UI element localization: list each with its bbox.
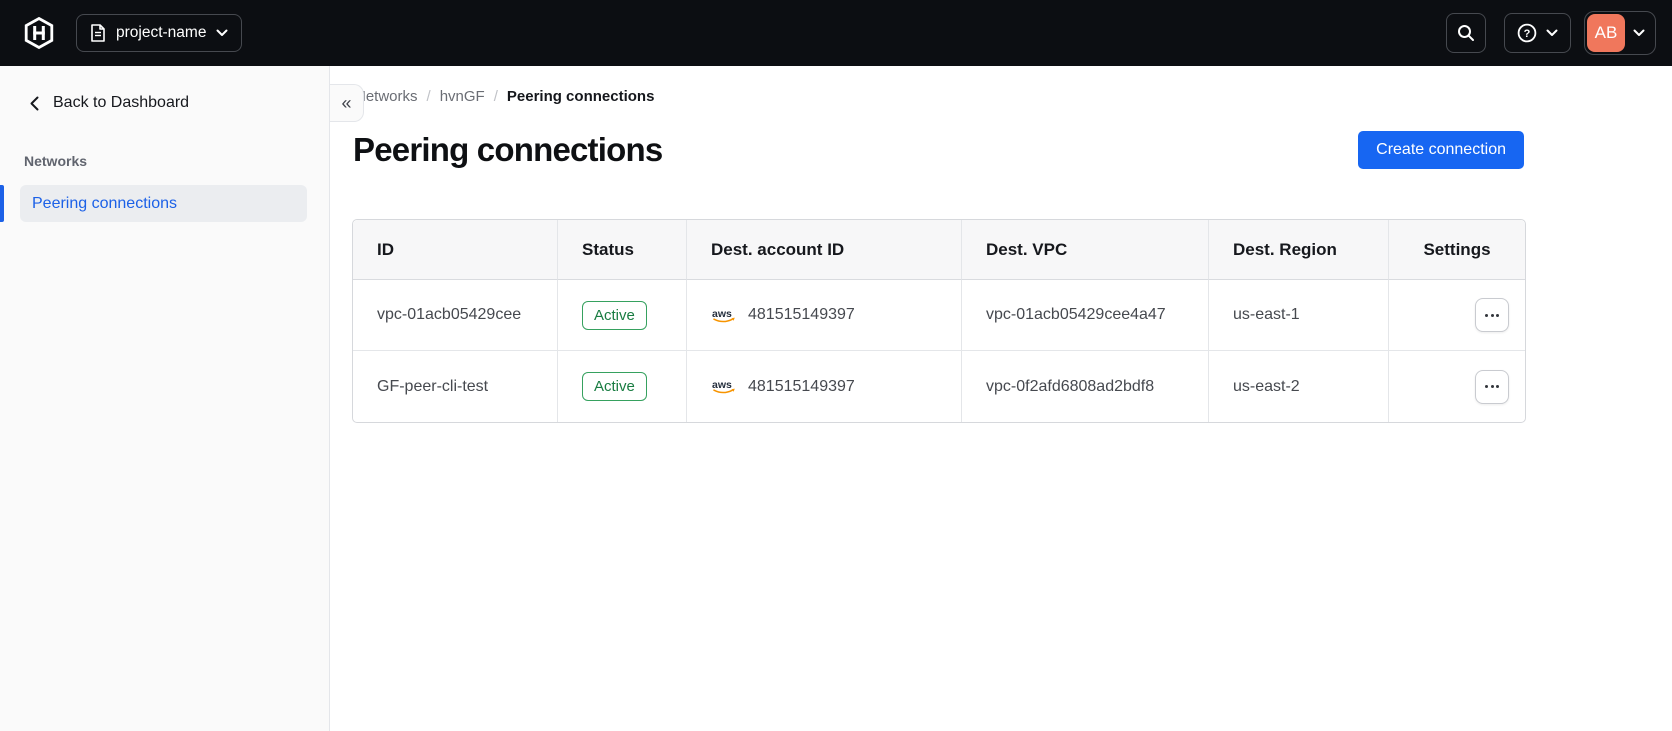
page-title: Peering connections: [353, 131, 663, 168]
cell-id: vpc-01acb05429cee: [353, 280, 557, 351]
cell-region: us-east-2: [1208, 351, 1388, 422]
table-row: vpc-01acb05429cee Active aws 48151514939…: [353, 280, 1525, 351]
cell-id: GF-peer-cli-test: [353, 351, 557, 422]
row-actions-button[interactable]: [1475, 298, 1509, 332]
hashicorp-logo-icon[interactable]: [24, 17, 54, 49]
svg-text:aws: aws: [712, 308, 732, 320]
search-button[interactable]: [1446, 13, 1486, 53]
table-header-row: ID Status Dest. account ID Dest. VPC Des…: [353, 220, 1525, 280]
peering-connections-table: ID Status Dest. account ID Dest. VPC Des…: [352, 219, 1526, 423]
chevron-down-icon: [1633, 29, 1645, 37]
cell-settings: [1388, 351, 1525, 422]
breadcrumb-separator: /: [493, 88, 498, 105]
cell-vpc: vpc-01acb05429cee4a47: [961, 280, 1208, 351]
breadcrumb-networks[interactable]: Networks: [355, 88, 418, 105]
cell-region: us-east-1: [1208, 280, 1388, 351]
document-icon: [90, 24, 106, 42]
chevron-down-icon: [1546, 29, 1558, 37]
user-menu-button[interactable]: AB: [1584, 11, 1656, 55]
svg-text:?: ?: [1524, 28, 1531, 40]
main-content: Networks / hvnGF / Peering connections P…: [331, 66, 1672, 731]
back-to-dashboard-label: Back to Dashboard: [53, 94, 190, 111]
page-header: Peering connections Create connection: [353, 131, 1524, 169]
active-item-indicator: [0, 185, 4, 222]
column-header-id: ID: [353, 220, 557, 280]
breadcrumb: Networks / hvnGF / Peering connections: [355, 88, 1672, 105]
project-switcher-label: project-name: [116, 24, 207, 41]
help-menu-button[interactable]: ?: [1504, 13, 1571, 53]
account-id-text: 481515149397: [748, 377, 855, 395]
svg-text:aws: aws: [712, 379, 732, 391]
column-header-status: Status: [557, 220, 686, 280]
status-badge: Active: [582, 372, 647, 401]
breadcrumb-separator: /: [426, 88, 431, 105]
aws-icon: aws: [711, 378, 738, 395]
column-header-region: Dest. Region: [1208, 220, 1388, 280]
sidebar-collapse-button[interactable]: «: [330, 84, 364, 122]
cell-vpc: vpc-0f2afd6808ad2bdf8: [961, 351, 1208, 422]
sidebar: Back to Dashboard Networks Peering conne…: [0, 66, 330, 731]
column-header-vpc: Dest. VPC: [961, 220, 1208, 280]
column-header-account: Dest. account ID: [686, 220, 961, 280]
chevron-down-icon: [216, 29, 228, 37]
help-circle-icon: ?: [1517, 23, 1537, 43]
ellipsis-icon: [1485, 385, 1488, 388]
sidebar-item-label: Peering connections: [32, 194, 177, 212]
search-icon: [1457, 24, 1475, 42]
sidebar-item-peering-connections[interactable]: Peering connections: [20, 185, 307, 222]
cell-account: aws 481515149397: [686, 351, 961, 422]
column-header-settings: Settings: [1388, 220, 1525, 280]
back-to-dashboard-link[interactable]: Back to Dashboard: [30, 94, 189, 112]
sidebar-section-networks: Networks: [24, 153, 88, 169]
ellipsis-icon: [1485, 313, 1488, 317]
cell-status: Active: [557, 351, 686, 422]
row-actions-button[interactable]: [1475, 369, 1509, 404]
status-badge: Active: [582, 300, 647, 330]
aws-icon: aws: [711, 307, 738, 324]
breadcrumb-current: Peering connections: [506, 88, 655, 105]
cell-account: aws 481515149397: [686, 280, 961, 351]
project-switcher[interactable]: project-name: [76, 14, 243, 52]
avatar: AB: [1587, 14, 1625, 52]
chevron-left-icon: [30, 96, 39, 111]
table-row: GF-peer-cli-test Active aws 481515149397…: [353, 351, 1525, 422]
cell-settings: [1388, 280, 1525, 351]
peering-connections-table-wrap: ID Status Dest. account ID Dest. VPC Des…: [352, 219, 1526, 423]
account-id-text: 481515149397: [748, 306, 855, 323]
top-bar: project-name ? AB: [0, 0, 1672, 66]
collapse-chevrons-icon: «: [341, 92, 352, 113]
create-connection-button[interactable]: Create connection: [1358, 131, 1524, 169]
breadcrumb-hvn[interactable]: hvnGF: [440, 88, 485, 105]
cell-status: Active: [557, 280, 686, 351]
